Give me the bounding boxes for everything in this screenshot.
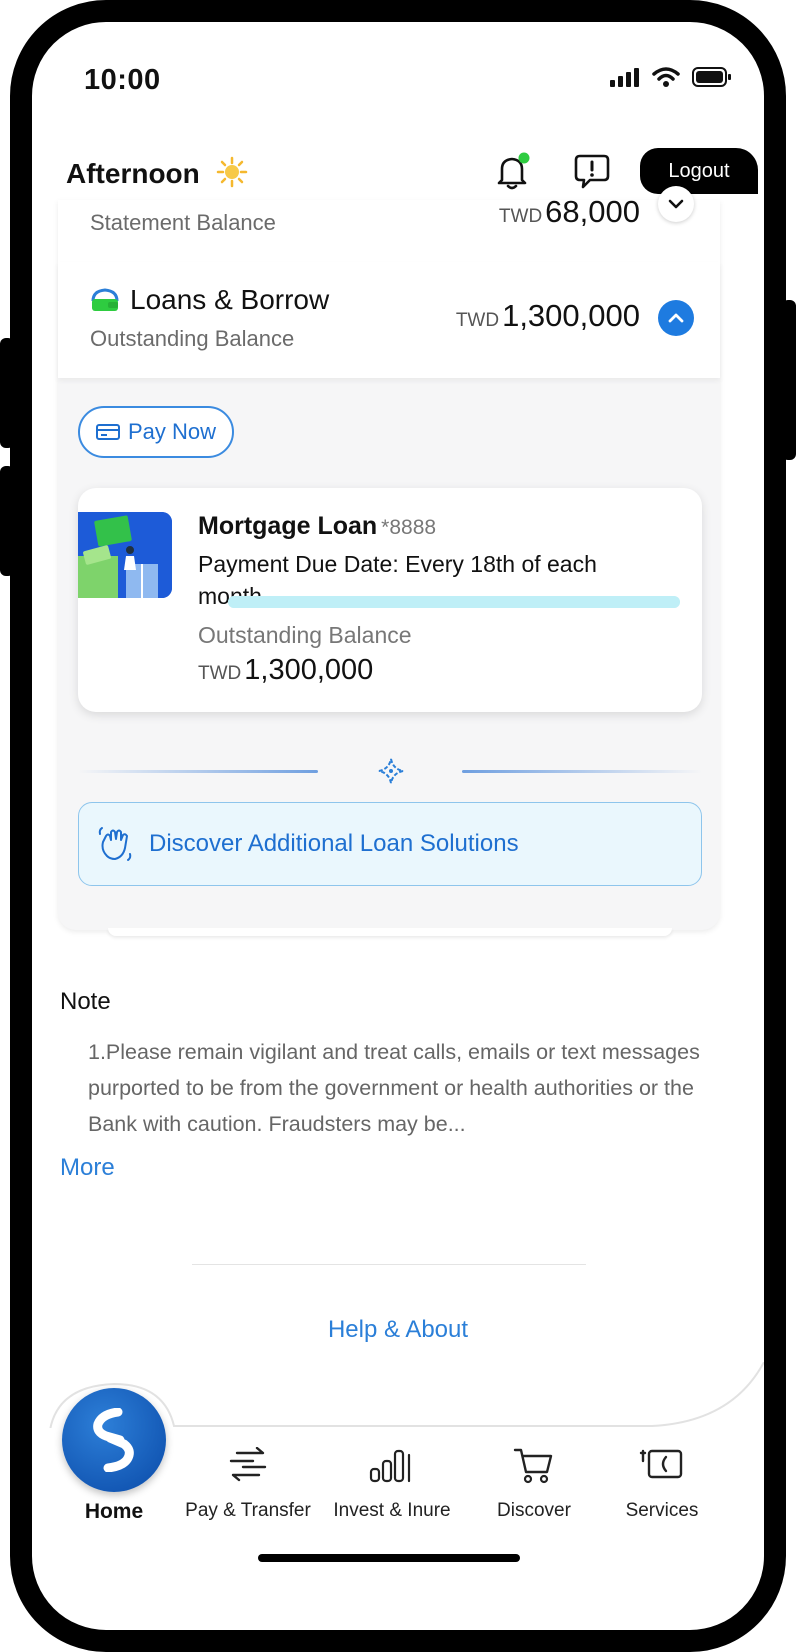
loans-subtitle: Outstanding Balance <box>90 326 295 351</box>
home-indicator <box>258 1554 520 1562</box>
sparkle-divider <box>78 756 702 786</box>
loans-row[interactable]: Loans & Borrow Outstanding Balance TWD1,… <box>58 262 720 378</box>
help-about-link[interactable]: Help & About <box>32 1316 764 1344</box>
loans-value: TWD1,300,000 <box>456 298 640 334</box>
wifi-icon <box>652 67 680 87</box>
loan-progress-fill <box>228 596 680 608</box>
loan-balance-amount: 1,300,000 <box>244 654 374 686</box>
phone-screen: 10:00 Afternoon Logout Statement Balance… <box>10 0 786 1652</box>
statement-value: TWD68,000 <box>499 194 640 230</box>
tab-home-label: Home <box>84 1500 144 1523</box>
cart-icon <box>513 1448 553 1484</box>
status-time: 10:00 <box>84 64 161 96</box>
accounts-card: Statement Balance TWD68,000 Loans & Borr… <box>58 186 720 930</box>
app-header: Afternoon Logout <box>32 142 764 208</box>
transfer-arrows-icon <box>229 1447 267 1482</box>
loan-name: Mortgage Loan *8888 <box>198 512 436 541</box>
loan-account-number: *8888 <box>381 516 437 539</box>
statement-label: Statement Balance <box>90 210 276 235</box>
discover-loan-solutions-label: Discover Additional Loan Solutions <box>149 830 519 857</box>
services-card-icon <box>639 1449 683 1479</box>
mortgage-loan-card[interactable]: Mortgage Loan *8888 Payment Due Date: Eve… <box>78 488 702 712</box>
loan-name-text: Mortgage Loan <box>198 512 378 540</box>
discover-loan-solutions-button[interactable]: Discover Additional Loan Solutions <box>78 802 702 886</box>
more-link[interactable]: More <box>60 1154 115 1182</box>
battery-icon <box>692 67 731 87</box>
sparkle-icon <box>378 758 404 784</box>
tab-invest[interactable]: Invest & Inure <box>322 1444 462 1522</box>
card-icon <box>95 424 120 440</box>
loans-amount: 1,300,000 <box>502 298 640 333</box>
statement-currency: TWD <box>498 206 543 227</box>
chevron-up-icon <box>668 313 684 323</box>
tab-pay-transfer-label: Pay & Transfer <box>185 1500 311 1521</box>
divider-line-left <box>78 770 318 773</box>
loans-collapse-button[interactable] <box>658 300 694 336</box>
waving-hand-icon <box>98 827 132 861</box>
statement-row[interactable]: Statement Balance TWD68,000 <box>58 186 720 263</box>
loan-balance-currency: TWD <box>198 663 242 684</box>
signal-icon <box>610 68 639 87</box>
status-bar: 10:00 <box>32 22 764 132</box>
notification-bell-icon[interactable] <box>490 150 534 194</box>
statement-amount: 68,000 <box>545 194 640 229</box>
tab-discover[interactable]: Discover <box>464 1444 604 1522</box>
statement-expand-button[interactable] <box>658 186 694 222</box>
wallet-icon <box>91 288 119 311</box>
divider-line-right <box>462 770 702 773</box>
chat-icon[interactable] <box>570 150 614 194</box>
loans-title: Loans & Borrow <box>90 284 329 316</box>
footer-divider <box>192 1264 586 1265</box>
bank-logo-icon <box>93 1408 134 1472</box>
bar-chart-icon <box>369 1449 411 1483</box>
tab-services[interactable]: Services <box>592 1444 732 1522</box>
stacked-card-edge <box>108 928 672 936</box>
tab-discover-label: Discover <box>497 1500 571 1521</box>
loan-balance-label: Outstanding Balance <box>198 622 412 648</box>
tab-pay-transfer[interactable]: Pay & Transfer <box>178 1444 318 1522</box>
sun-icon <box>216 156 248 195</box>
tab-home[interactable] <box>62 1388 166 1492</box>
chevron-down-icon <box>668 199 684 209</box>
tab-invest-label: Invest & Inure <box>333 1500 451 1521</box>
pay-now-label: Pay Now <box>127 419 217 444</box>
mortgage-illustration-icon <box>78 512 172 598</box>
tab-services-label: Services <box>625 1500 699 1521</box>
note-heading: Note <box>60 988 111 1015</box>
greeting-text: Afternoon <box>66 157 200 189</box>
loan-balance-value: TWD 1,300,000 <box>198 654 373 687</box>
loans-title-text: Loans & Borrow <box>130 284 330 315</box>
pay-now-button[interactable]: Pay Now <box>78 406 234 458</box>
note-body: 1.Please remain vigilant and treat calls… <box>88 1040 700 1136</box>
greeting: Afternoon <box>66 156 248 195</box>
loans-currency: TWD <box>455 310 500 331</box>
loan-progress-bar <box>228 596 680 608</box>
